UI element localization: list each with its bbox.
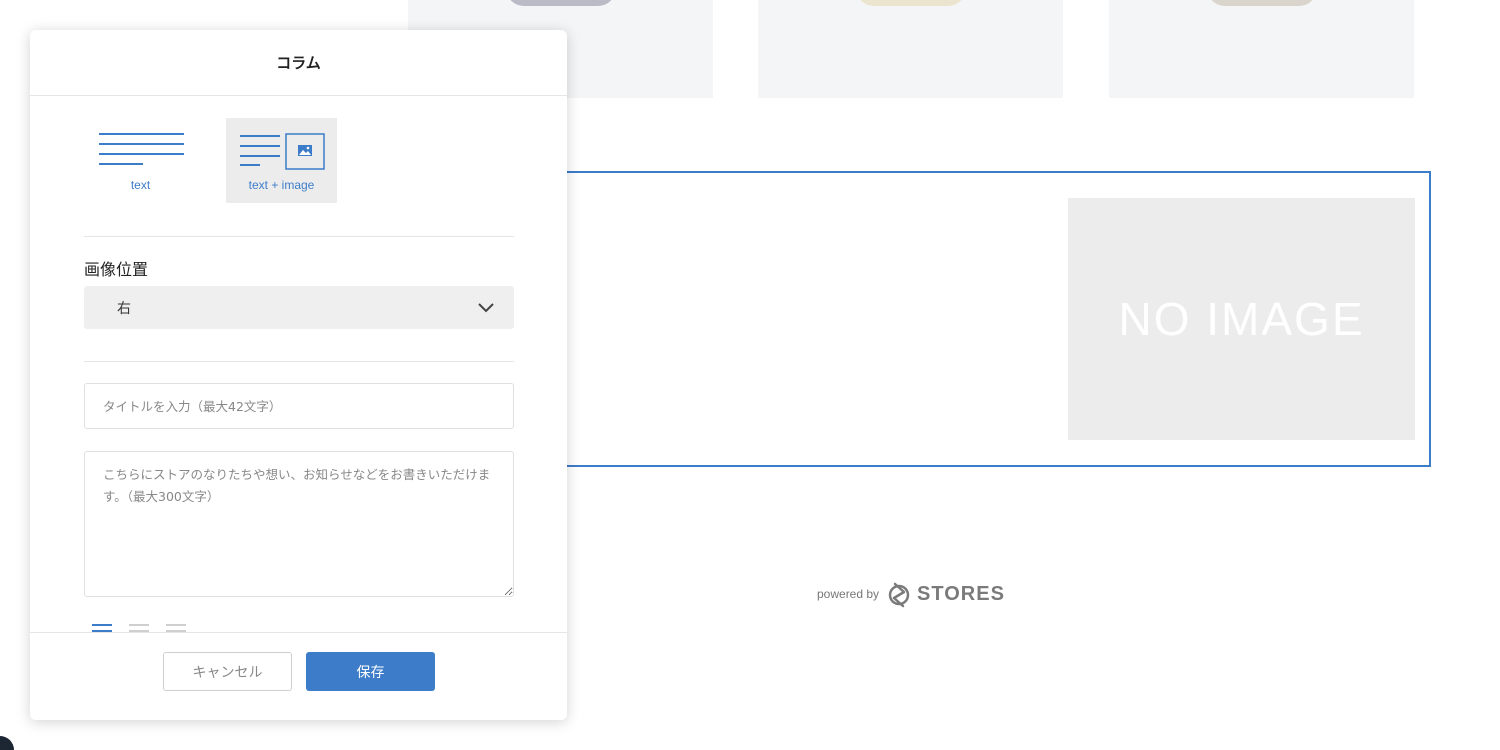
section-divider: [84, 361, 514, 362]
save-button[interactable]: 保存: [306, 652, 435, 691]
column-image-placeholder: NO IMAGE: [1068, 198, 1415, 440]
image-position-label: 画像位置: [84, 260, 149, 279]
product-image: [1206, 0, 1317, 6]
column-body-textarea[interactable]: [84, 451, 514, 597]
powered-by-label: powered by: [817, 587, 880, 601]
layout-option-text-label: text: [130, 178, 151, 192]
cancel-button[interactable]: キャンセル: [163, 652, 292, 691]
image-position-value: 右: [117, 300, 131, 317]
modal-title: コラム: [276, 54, 321, 72]
layout-option-text-image[interactable]: text + image: [226, 118, 337, 203]
section-divider: [84, 236, 514, 237]
column-settings-modal: コラム text text + image 画像位置 右 タイトルを入力（最大4…: [30, 30, 567, 720]
image-position-select[interactable]: 右: [84, 286, 514, 329]
layout-option-text-image-label: text + image: [248, 178, 315, 192]
stores-brand-text: STORES: [917, 582, 1005, 605]
window-corner: [0, 736, 14, 750]
product-image: [855, 0, 966, 6]
product-card-2[interactable]: [758, 0, 1063, 98]
product-card-3[interactable]: [1109, 0, 1414, 98]
modal-header: コラム: [30, 30, 567, 96]
stores-logo-icon: [888, 582, 910, 608]
layout-option-text[interactable]: text: [85, 118, 196, 203]
product-image: [505, 0, 616, 6]
modal-footer: キャンセル 保存: [30, 632, 567, 720]
chevron-down-icon: [478, 302, 494, 312]
powered-by-footer: powered by STORES: [817, 580, 1005, 608]
text-layout-icon: [98, 133, 184, 165]
text-image-layout-icon: [239, 133, 325, 170]
no-image-text: NO IMAGE: [1118, 293, 1365, 345]
column-title-input[interactable]: [84, 383, 514, 429]
stores-logo[interactable]: STORES: [887, 580, 1005, 608]
